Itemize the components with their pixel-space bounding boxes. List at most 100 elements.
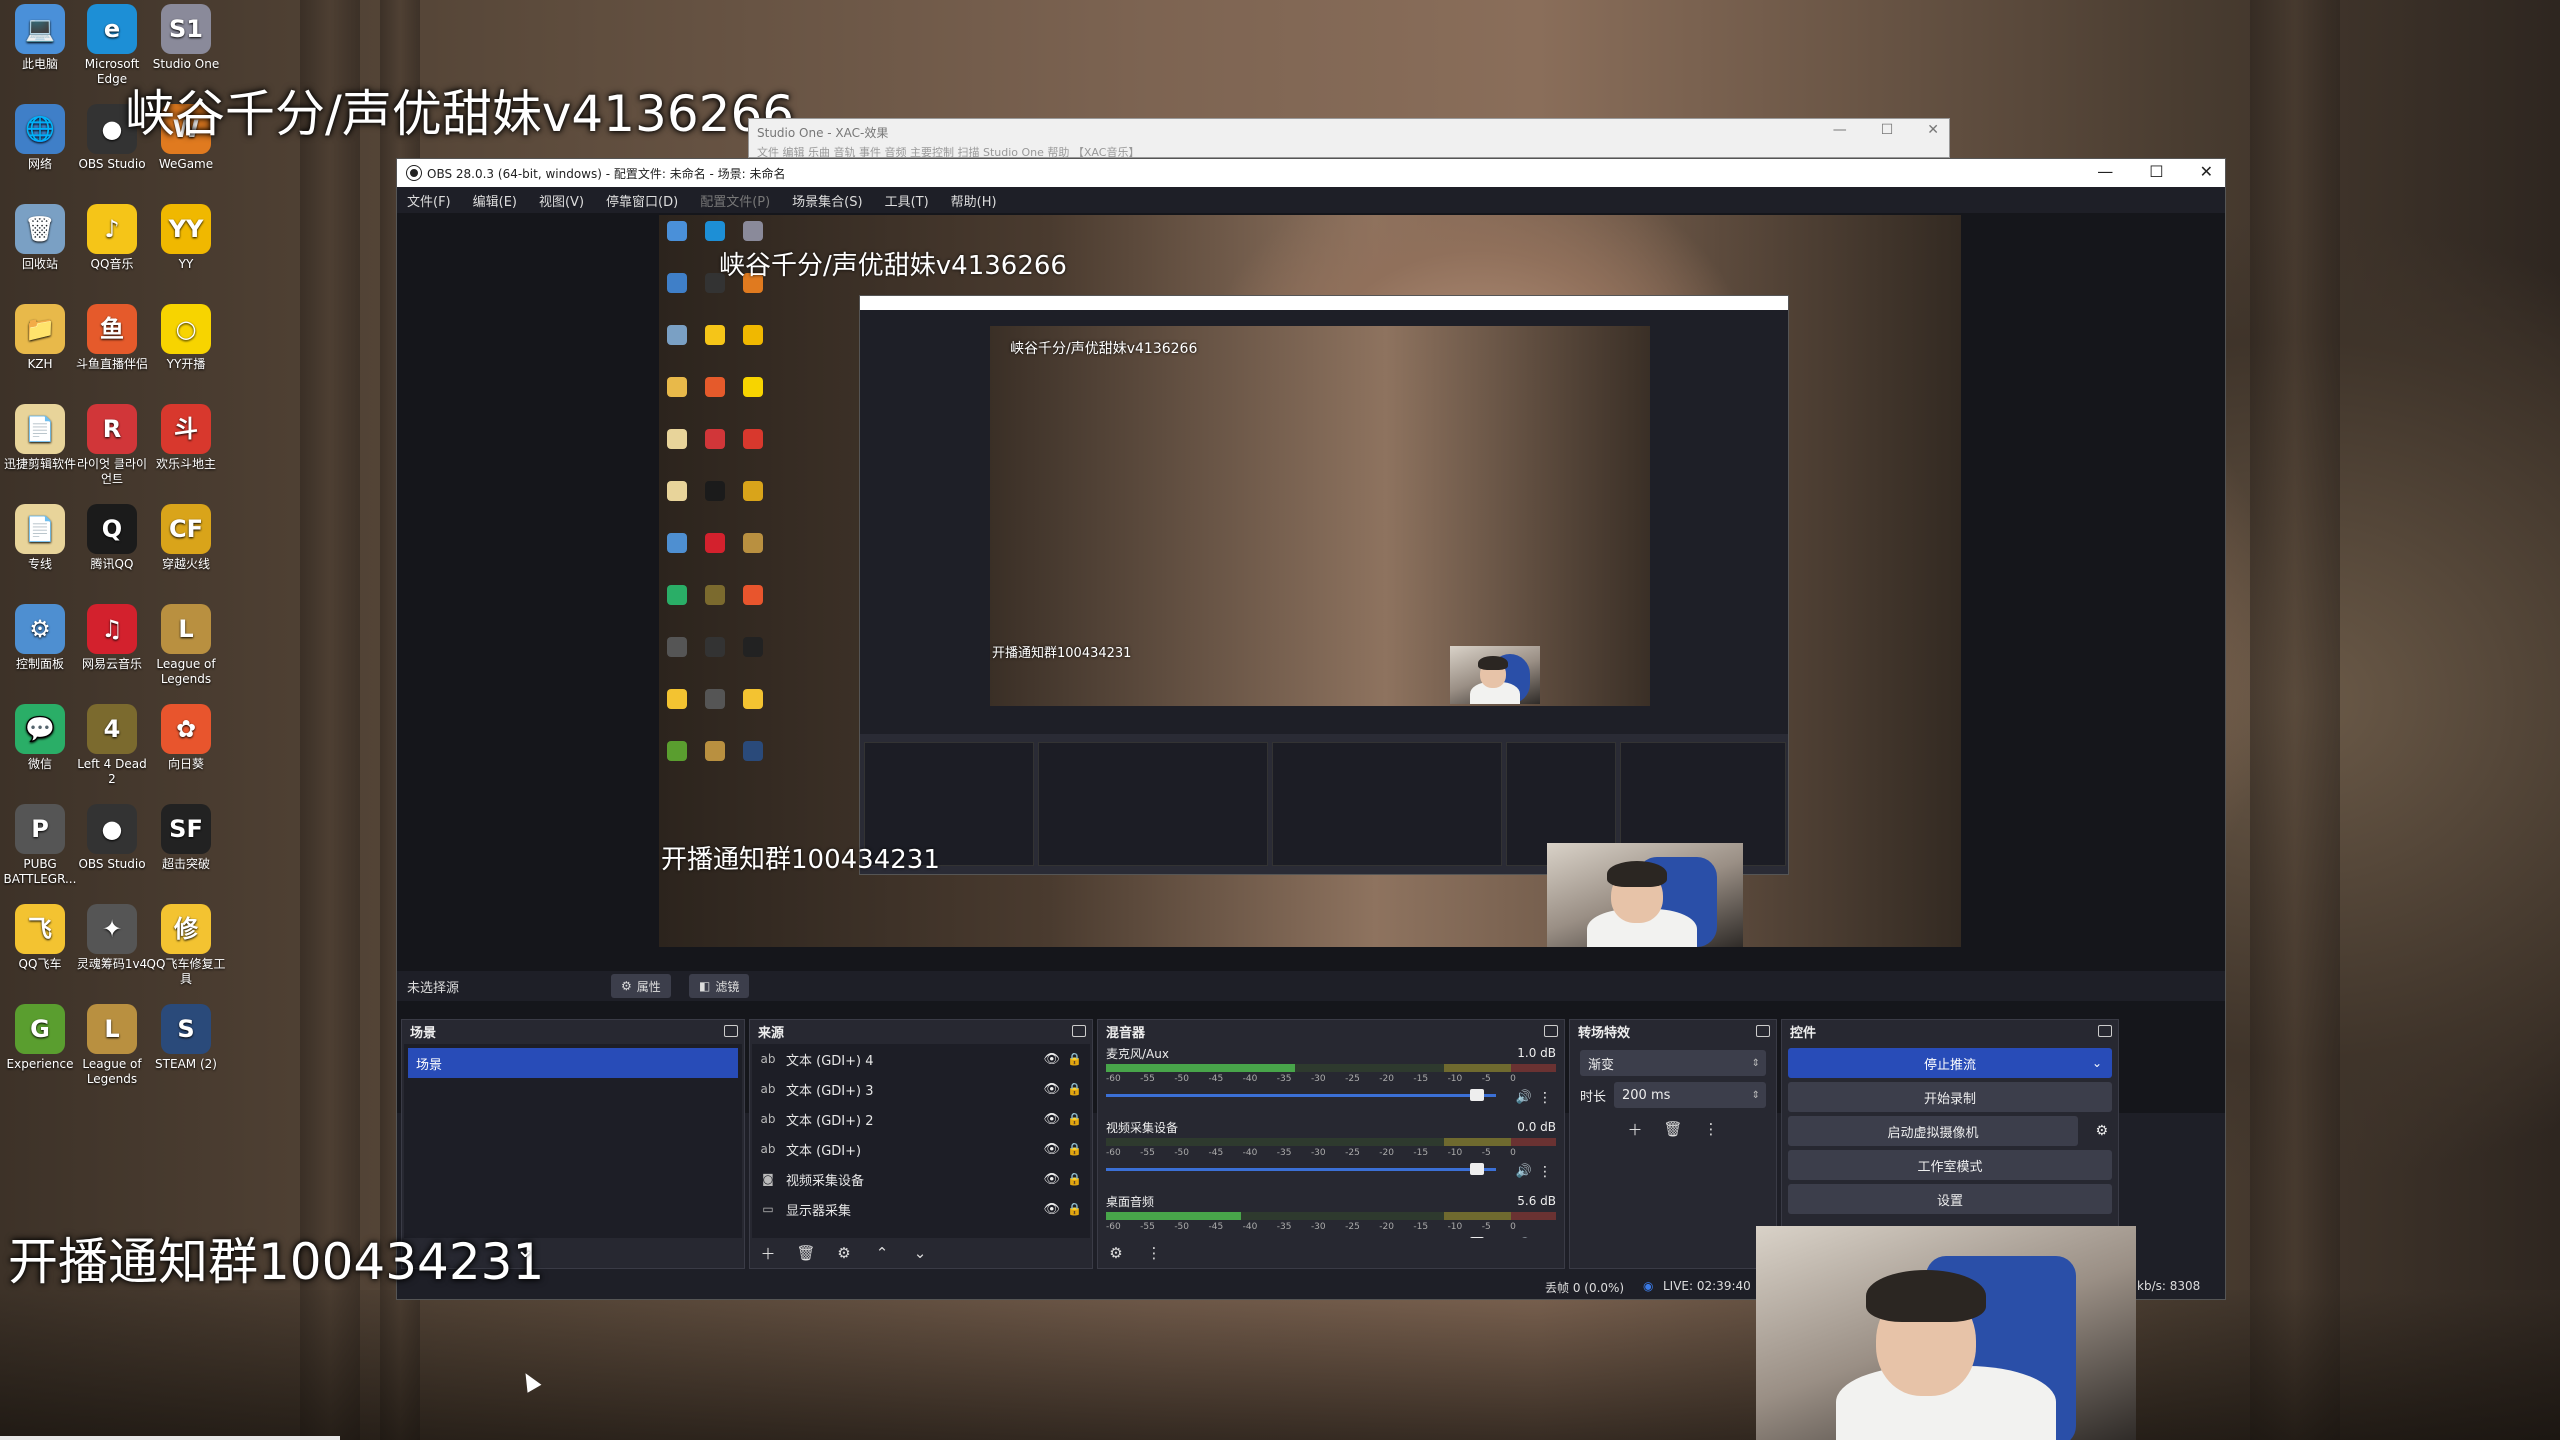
- desktop-icon[interactable]: 💻 此电脑: [0, 4, 80, 72]
- desktop-icon[interactable]: R 라이엇 클라이언트: [72, 404, 152, 487]
- desktop-icon[interactable]: 飞 QQ飞车: [0, 904, 80, 972]
- minimize-icon[interactable]: —: [2097, 162, 2113, 181]
- desktop-icon[interactable]: S1 Studio One: [146, 4, 226, 72]
- maximize-icon[interactable]: ☐: [2149, 162, 2163, 181]
- menu-view[interactable]: 视图(V): [539, 191, 584, 210]
- volume-slider-handle[interactable]: [1470, 1237, 1485, 1238]
- desktop-icon[interactable]: CF 穿越火线: [146, 504, 226, 572]
- studio-one-window[interactable]: Studio One - XAC-效果 文件 编辑 乐曲 音轨 事件 音频 主要…: [748, 118, 1950, 159]
- desktop-icon[interactable]: 📄 迅捷剪辑软件: [0, 404, 80, 472]
- source-row[interactable]: ▭ 显示器采集 👁 🔒: [752, 1194, 1090, 1224]
- duration-spinbox[interactable]: 200 ms ⇕: [1614, 1082, 1766, 1108]
- desktop-icon[interactable]: Q 腾讯QQ: [72, 504, 152, 572]
- more-icon[interactable]: ⋮: [1538, 1090, 1552, 1106]
- add-transition-icon[interactable]: ＋: [1623, 1118, 1647, 1140]
- desktop-icon[interactable]: L League of Legends: [72, 1004, 152, 1087]
- volume-slider[interactable]: [1106, 1162, 1496, 1176]
- eye-icon[interactable]: 👁: [1043, 1172, 1060, 1187]
- trash-icon[interactable]: 🗑: [794, 1242, 818, 1264]
- desktop-icon[interactable]: G Experience: [0, 1004, 80, 1072]
- more-icon[interactable]: ⋮: [1538, 1164, 1552, 1180]
- lock-icon[interactable]: 🔒: [1067, 1142, 1082, 1156]
- desktop-icon[interactable]: 修 QQ飞车修复工具: [146, 904, 226, 987]
- lock-icon[interactable]: 🔒: [1067, 1052, 1082, 1066]
- undock-icon[interactable]: [1544, 1025, 1558, 1037]
- more-icon[interactable]: ⋮: [1699, 1118, 1723, 1140]
- add-source-icon[interactable]: ＋: [756, 1242, 780, 1264]
- move-down-icon[interactable]: ⌄: [908, 1242, 932, 1264]
- studio-mode-button[interactable]: 工作室模式: [1788, 1150, 2112, 1180]
- lock-icon[interactable]: 🔒: [1067, 1112, 1082, 1126]
- desktop-icon[interactable]: ✦ 灵魂筹码1v4: [72, 904, 152, 972]
- stop-stream-button[interactable]: 停止推流 ⌄: [1788, 1048, 2112, 1078]
- scene-item[interactable]: 场景: [408, 1048, 738, 1078]
- source-row[interactable]: ab 文本 (GDI+) 👁 🔒: [752, 1134, 1090, 1164]
- undock-icon[interactable]: [1756, 1025, 1770, 1037]
- minimize-icon[interactable]: —: [1833, 122, 1847, 138]
- desktop-icon[interactable]: ♪ QQ音乐: [72, 204, 152, 272]
- desktop-icon[interactable]: 🗑 回收站: [0, 204, 80, 272]
- desktop-icon[interactable]: P PUBG BATTLEGR...: [0, 804, 80, 887]
- desktop-icon[interactable]: ○ YY开播: [146, 304, 226, 372]
- chevron-down-icon[interactable]: ⌄: [2092, 1056, 2102, 1070]
- desktop-icon[interactable]: L League of Legends: [146, 604, 226, 687]
- speaker-icon[interactable]: 🔊: [1516, 1164, 1532, 1179]
- undock-icon[interactable]: [1072, 1025, 1086, 1037]
- lock-icon[interactable]: 🔒: [1067, 1202, 1082, 1216]
- start-record-button[interactable]: 开始录制: [1788, 1082, 2112, 1112]
- desktop-icon[interactable]: 斗欢乐斗地主: [146, 404, 226, 472]
- desktop-icon[interactable]: ⚙ 控制面板: [0, 604, 80, 672]
- desktop-icon[interactable]: 📄 专线: [0, 504, 80, 572]
- obs-titlebar[interactable]: OBS 28.0.3 (64-bit, windows) - 配置文件: 未命名…: [397, 159, 2225, 187]
- eye-icon[interactable]: 👁: [1043, 1202, 1060, 1217]
- desktop-icon[interactable]: ♫ 网易云音乐: [72, 604, 152, 672]
- desktop-icon[interactable]: 🌐 网络: [0, 104, 80, 172]
- menu-help[interactable]: 帮助(H): [951, 191, 997, 210]
- volume-slider[interactable]: [1106, 1088, 1496, 1102]
- lock-icon[interactable]: 🔒: [1067, 1082, 1082, 1096]
- filters-button[interactable]: ◧ 滤镜: [689, 974, 750, 998]
- volume-slider-handle[interactable]: [1470, 1089, 1485, 1101]
- undock-icon[interactable]: [2098, 1025, 2112, 1037]
- obs-preview-canvas[interactable]: 峡谷千分/声优甜妹v4136266 峡谷千分/声优甜妹v4136266 开播通知…: [659, 215, 1961, 947]
- menu-tools[interactable]: 工具(T): [885, 191, 929, 210]
- desktop-icon[interactable]: 4 Left 4 Dead 2: [72, 704, 152, 787]
- lock-icon[interactable]: 🔒: [1067, 1172, 1082, 1186]
- eye-icon[interactable]: 👁: [1043, 1052, 1060, 1067]
- source-row[interactable]: ◙ 视频采集设备 👁 🔒: [752, 1164, 1090, 1194]
- menu-file[interactable]: 文件(F): [407, 191, 451, 210]
- menu-profile[interactable]: 配置文件(P): [700, 191, 770, 210]
- desktop-icon[interactable]: 💬 微信: [0, 704, 80, 772]
- volume-slider-handle[interactable]: [1470, 1163, 1485, 1175]
- eye-icon[interactable]: 👁: [1043, 1112, 1060, 1127]
- undock-icon[interactable]: [724, 1025, 738, 1037]
- maximize-icon[interactable]: ☐: [1881, 122, 1894, 138]
- close-icon[interactable]: ✕: [1927, 122, 1939, 138]
- source-row[interactable]: ab 文本 (GDI+) 2 👁 🔒: [752, 1104, 1090, 1134]
- transition-select[interactable]: 渐变 ⇕: [1580, 1050, 1766, 1076]
- gear-icon[interactable]: ⚙: [832, 1242, 856, 1264]
- desktop-icon[interactable]: 📁 KZH: [0, 304, 80, 372]
- virtual-camera-button[interactable]: 启动虚拟摄像机 ⚙: [1788, 1116, 2108, 1146]
- audio-settings-icon[interactable]: ⚙: [1104, 1242, 1128, 1264]
- move-up-icon[interactable]: ⌃: [870, 1242, 894, 1264]
- volume-slider[interactable]: [1106, 1236, 1496, 1238]
- eye-icon[interactable]: 👁: [1043, 1142, 1060, 1157]
- desktop-icon[interactable]: SF 超击突破: [146, 804, 226, 872]
- desktop-icon[interactable]: YY YY: [146, 204, 226, 272]
- desktop-icon[interactable]: S STEAM (2): [146, 1004, 226, 1072]
- menu-docks[interactable]: 停靠窗口(D): [606, 191, 678, 210]
- menu-edit[interactable]: 编辑(E): [473, 191, 517, 210]
- source-row[interactable]: ab 文本 (GDI+) 4 👁 🔒: [752, 1044, 1090, 1074]
- more-icon[interactable]: ⋮: [1142, 1242, 1166, 1264]
- close-icon[interactable]: ✕: [2200, 162, 2213, 181]
- speaker-icon[interactable]: 🔊: [1516, 1090, 1532, 1105]
- trash-icon[interactable]: 🗑: [1661, 1118, 1685, 1140]
- properties-button[interactable]: ⚙ 属性: [611, 974, 671, 998]
- menu-scene-collection[interactable]: 场景集合(S): [792, 191, 862, 210]
- settings-button[interactable]: 设置: [1788, 1184, 2112, 1214]
- desktop-icon[interactable]: ● OBS Studio: [72, 804, 152, 872]
- source-row[interactable]: ab 文本 (GDI+) 3 👁 🔒: [752, 1074, 1090, 1104]
- eye-icon[interactable]: 👁: [1043, 1082, 1060, 1097]
- desktop-icon[interactable]: ✿ 向日葵: [146, 704, 226, 772]
